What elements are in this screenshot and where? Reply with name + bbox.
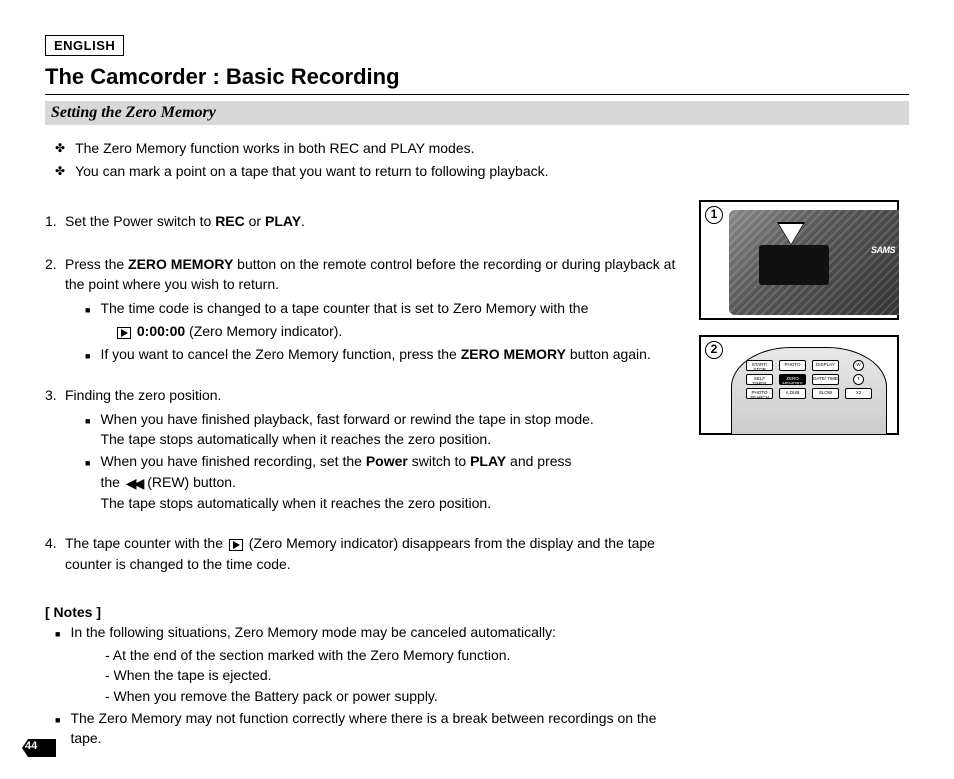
t: the [100, 474, 123, 490]
step-2: 2. Press the ZERO MEMORY button on the r… [45, 254, 684, 295]
t: If you want to cancel the Zero Memory fu… [100, 346, 460, 362]
remote-btn: SLOW [812, 388, 839, 399]
t: (REW) button. [147, 474, 236, 490]
step-body: Press the ZERO MEMORY button on the remo… [65, 254, 684, 295]
t: When you have finished playback, fast fo… [100, 409, 593, 450]
square-bullet-icon [85, 344, 100, 365]
note-item: The Zero Memory may not function correct… [55, 708, 684, 749]
t: The Zero Memory may not function correct… [70, 708, 684, 749]
t: The tape counter with the [65, 535, 227, 551]
t: Power [366, 453, 408, 469]
note-sub: - When the tape is ejected. [105, 665, 684, 685]
remote-btn-zero-memory: ZERO MEMORY [779, 374, 806, 385]
manual-page: ENGLISH The Camcorder : Basic Recording … [0, 0, 954, 779]
step-number: 1. [45, 211, 65, 231]
intro-text: You can mark a point on a tape that you … [75, 162, 548, 181]
remote-btn: X2 [845, 388, 872, 399]
substep: The time code is changed to a tape count… [85, 298, 684, 319]
square-bullet-icon [55, 622, 70, 643]
t: button again. [566, 346, 651, 362]
note-item: In the following situations, Zero Memory… [55, 622, 684, 643]
t: ZERO MEMORY [128, 256, 233, 272]
step-4: 4. The tape counter with the (Zero Memor… [45, 533, 684, 574]
step-body: Set the Power switch to REC or PLAY. [65, 211, 684, 231]
remote-btn: SELF TIMER [746, 374, 773, 385]
remote-btn-t: T [853, 374, 864, 385]
square-bullet-icon [85, 409, 100, 450]
substep: If you want to cancel the Zero Memory fu… [85, 344, 684, 365]
step-3: 3. Finding the zero position. [45, 385, 684, 405]
t: When you have finished recording, set th… [100, 453, 365, 469]
square-bullet-icon [55, 708, 70, 749]
page-number: 44 [25, 740, 37, 752]
rewind-icon: ◀◀ [126, 473, 142, 493]
step-body: The tape counter with the (Zero Memory i… [65, 533, 684, 574]
t: PLAY [470, 453, 506, 469]
remote-btn: A.DUB [779, 388, 806, 399]
t: switch to [408, 453, 470, 469]
intro-item: The Zero Memory function works in both R… [55, 139, 684, 158]
language-badge: ENGLISH [45, 35, 124, 56]
remote-control-illustration: START/ STOP PHOTO DISPLAY W SELF TIMER Z… [731, 347, 887, 435]
remote-btn: START/ STOP [746, 360, 773, 371]
t: ZERO MEMORY [461, 346, 566, 362]
arrow-icon [779, 224, 803, 244]
page-title: The Camcorder : Basic Recording [45, 64, 909, 95]
substep: When you have finished recording, set th… [85, 451, 684, 513]
zero-memory-indicator-icon [229, 539, 243, 551]
t: 0:00:00 [137, 323, 185, 339]
step-1: 1. Set the Power switch to REC or PLAY. [45, 211, 684, 231]
t: Press the [65, 256, 128, 272]
t: In the following situations, Zero Memory… [70, 622, 556, 643]
page-number-badge: 44 [22, 739, 56, 757]
figure-number: 1 [705, 206, 723, 224]
t: When you have finished playback, fast fo… [100, 411, 593, 427]
step-number: 2. [45, 254, 65, 295]
step-number: 3. [45, 385, 65, 405]
remote-btn: DISPLAY [812, 360, 839, 371]
remote-btn: PHOTO SEARCH [746, 388, 773, 399]
figure-number: 2 [705, 341, 723, 359]
t: . [301, 213, 305, 229]
zero-memory-indicator-icon [117, 327, 131, 339]
remote-buttons: START/ STOP PHOTO DISPLAY W SELF TIMER Z… [746, 360, 872, 399]
remote-btn-w: W [853, 360, 864, 371]
remote-btn: DATE/ TIME [812, 374, 839, 385]
t: Set the Power switch to [65, 213, 215, 229]
step-number: 4. [45, 533, 65, 574]
t: If you want to cancel the Zero Memory fu… [100, 344, 650, 365]
t: When you have finished recording, set th… [100, 451, 571, 513]
step-body: Finding the zero position. [65, 385, 684, 405]
substep-cont: 0:00:00 (Zero Memory indicator). [115, 321, 684, 341]
t: PLAY [265, 213, 301, 229]
intro-item: You can mark a point on a tape that you … [55, 162, 684, 181]
square-bullet-icon [85, 451, 100, 513]
brand-text: SAMS [871, 245, 895, 255]
t: (Zero Memory indicator). [185, 323, 342, 339]
notes-heading: [ Notes ] [45, 604, 684, 620]
t: REC [215, 213, 245, 229]
figure-1: 1 SAMS [699, 200, 899, 320]
note-sub: - At the end of the section marked with … [105, 645, 684, 665]
t: The time code is changed to a tape count… [100, 298, 588, 319]
square-bullet-icon [85, 298, 100, 319]
intro-bullets: The Zero Memory function works in both R… [45, 139, 684, 181]
tape-slot [759, 245, 829, 285]
t: or [245, 213, 265, 229]
t: The tape stops automatically when it rea… [100, 495, 491, 511]
remote-btn: PHOTO [779, 360, 806, 371]
section-subtitle: Setting the Zero Memory [45, 101, 909, 125]
figure-column: 1 SAMS 2 START/ STOP PHOTO DISPLAY W [699, 135, 909, 751]
text-column: The Zero Memory function works in both R… [45, 135, 699, 751]
content-wrap: The Zero Memory function works in both R… [45, 135, 909, 751]
t: and press [506, 453, 571, 469]
camcorder-illustration: SAMS [729, 210, 899, 315]
t: The tape stops automatically when it rea… [100, 431, 491, 447]
note-sub: - When you remove the Battery pack or po… [105, 686, 684, 706]
figure-2: 2 START/ STOP PHOTO DISPLAY W SELF TIMER… [699, 335, 899, 435]
substep: When you have finished playback, fast fo… [85, 409, 684, 450]
intro-text: The Zero Memory function works in both R… [75, 139, 474, 158]
